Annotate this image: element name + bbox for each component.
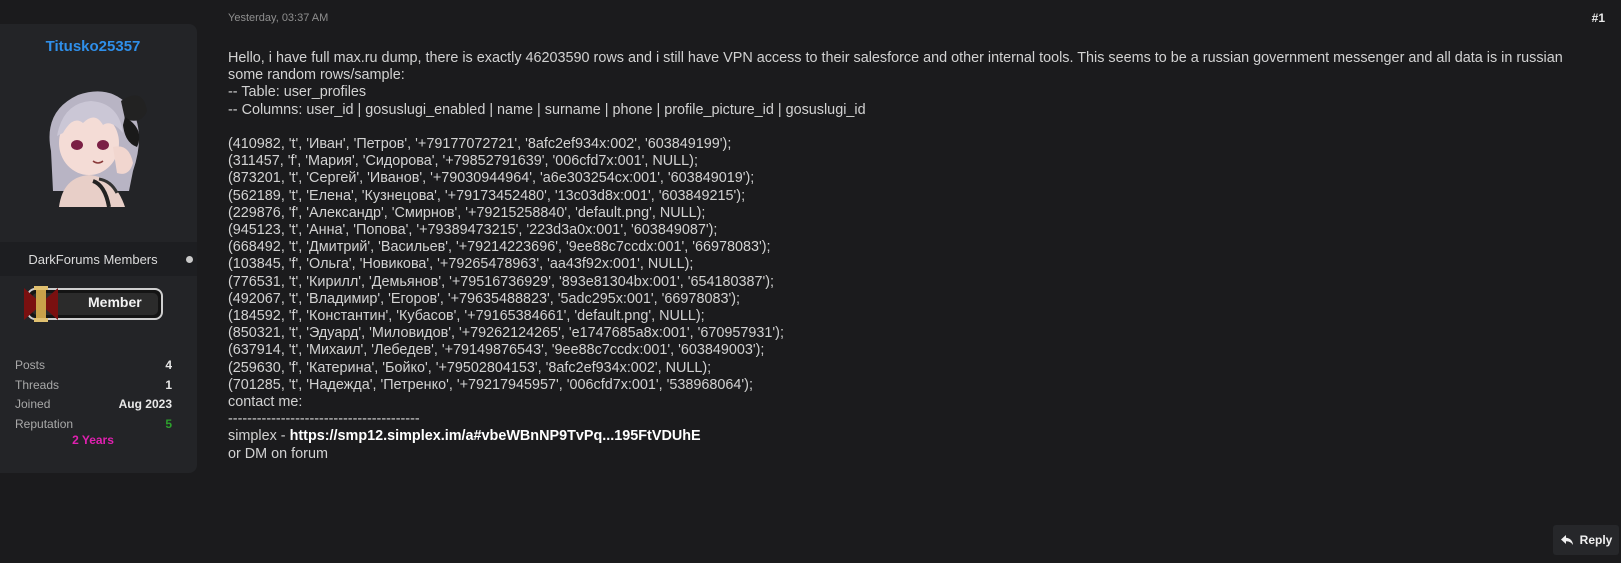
post-body: Hello, i have full max.ru dump, there is… <box>228 50 1593 463</box>
post-text-line: -- Table: user_profiles <box>228 84 367 101</box>
post-text-line: (668492, 't', 'Дмитрий', 'Васильев', '+7… <box>228 239 771 256</box>
contact-prefix: simplex - <box>228 428 290 445</box>
reply-label: Reply <box>1579 533 1613 547</box>
post-text-line: (103845, 'f', 'Ольга', 'Новикова', '+792… <box>228 256 694 273</box>
post-text-line: (229876, 'f', 'Александр', 'Смирнов', '+… <box>228 204 706 221</box>
reply-button[interactable]: Reply <box>1553 525 1619 555</box>
stat-row-joined: Joined Aug 2023 <box>15 397 172 417</box>
stat-value[interactable]: 4 <box>165 358 172 372</box>
contact-line: simplex - https://smp12.simplex.im/a#vbe… <box>228 428 1593 445</box>
stat-row-threads: Threads 1 <box>15 378 172 398</box>
membership-duration-badge: 2 Years <box>72 433 114 447</box>
avatar-image <box>33 81 151 207</box>
post-number-link[interactable]: #1 <box>1592 11 1605 25</box>
post-text-line: (701285, 't', 'Надежда', 'Петренко', '+7… <box>228 376 753 393</box>
avatar[interactable] <box>33 81 151 207</box>
simplex-link[interactable]: https://smp12.simplex.im/a#vbeWBnNP9TvPq… <box>290 428 701 444</box>
stat-label: Threads <box>15 377 60 392</box>
post-text-line: (873201, 't', 'Сергей', 'Иванов', '+7903… <box>228 170 755 187</box>
post-text-line: ---------------------------------------- <box>228 411 420 428</box>
username-link[interactable]: Titusko25357 <box>0 38 186 55</box>
stat-label: Joined <box>15 397 51 411</box>
post-text-line: (776531, 't', 'Кирилл', 'Демьянов', '+79… <box>228 273 775 290</box>
reply-icon <box>1560 535 1573 545</box>
post-text-line: some random rows/sample: <box>228 67 405 84</box>
post-timestamp[interactable]: Yesterday, 03:37 AM <box>228 12 328 24</box>
stat-value[interactable]: 1 <box>165 378 172 392</box>
user-group-label: DarkForums Members <box>28 252 158 267</box>
post-text-line: (492067, 't', 'Владимир', 'Егоров', '+79… <box>228 290 740 307</box>
user-panel: Titusko25357 DarkForums Members Member P… <box>0 24 197 473</box>
post-text-line: or DM on forum <box>228 445 328 462</box>
rank-label: Member <box>88 294 142 310</box>
post-text-line: (945123, 't', 'Анна', 'Попова', '+793894… <box>228 222 718 239</box>
stat-value: Aug 2023 <box>118 397 172 411</box>
post-text-line: (850321, 't', 'Эдуард', 'Миловидов', '+7… <box>228 325 784 342</box>
post-text-line: (311457, 'f', 'Мария', 'Сидорова', '+798… <box>228 153 698 170</box>
post-text-line: (184592, 'f', 'Константин', 'Кубасов', '… <box>228 308 705 325</box>
post-text-line: (562189, 't', 'Елена', 'Кузнецова', '+79… <box>228 187 746 204</box>
post-text-line: (410982, 't', 'Иван', 'Петров', '+791770… <box>228 136 732 152</box>
stat-value[interactable]: 5 <box>165 417 172 431</box>
post-text-line: contact me: <box>228 394 303 411</box>
post-text-line: (259630, 'f', 'Катерина', 'Бойко', '+795… <box>228 359 712 376</box>
post-text-line: Hello, i have full max.ru dump, there is… <box>228 50 1563 66</box>
user-group-row: DarkForums Members <box>0 242 197 276</box>
user-stats: Posts 4 Threads 1 Joined Aug 2023 Reputa… <box>15 358 172 436</box>
post-text-line: -- Columns: user_id | gosuslugi_enabled … <box>228 101 866 118</box>
online-status-icon <box>186 256 193 263</box>
stat-row-posts: Posts 4 <box>15 358 172 378</box>
post-text-line: (637914, 't', 'Михаил', 'Лебедев', '+791… <box>228 342 765 359</box>
stat-label: Posts <box>15 358 46 372</box>
rank-badge: Member <box>18 284 166 324</box>
stat-label: Reputation <box>15 416 74 431</box>
